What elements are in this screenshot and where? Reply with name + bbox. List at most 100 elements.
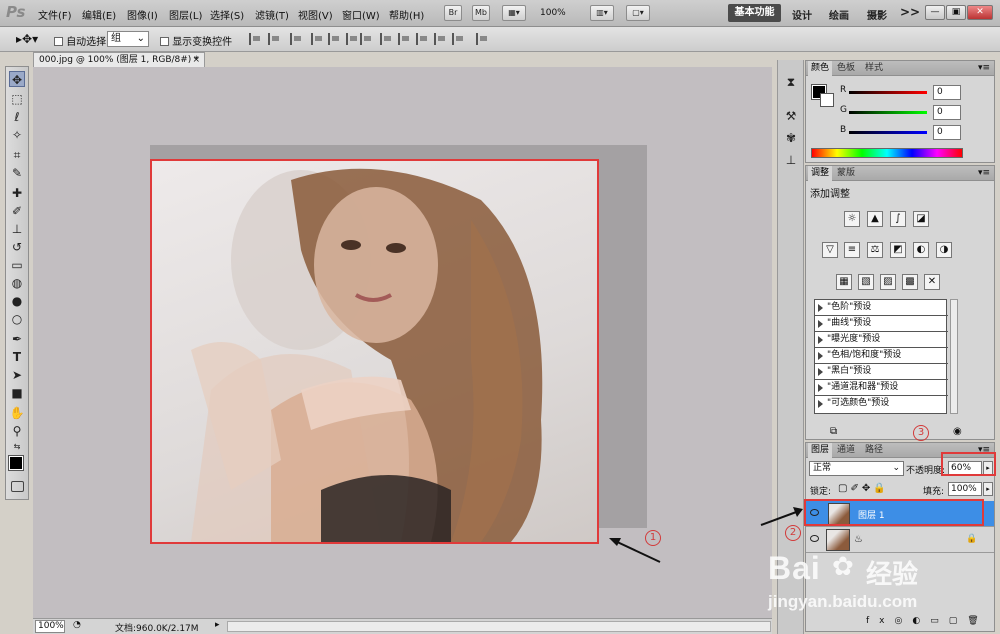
fill-slider-arrow-icon[interactable]: ▸ [983, 482, 993, 496]
history-brush-tool-icon[interactable]: ↺ [9, 239, 25, 255]
gradient-tool-icon[interactable]: ◍ [9, 275, 25, 291]
threshold-icon[interactable]: ▨ [880, 274, 896, 290]
slider-green-track[interactable] [849, 111, 927, 114]
distribute-right-icon[interactable] [452, 33, 463, 45]
move-tool-icon[interactable]: ✥ [9, 71, 25, 87]
workspace-more-button[interactable]: >> [900, 5, 920, 19]
distribute-vcenter-icon[interactable] [380, 33, 391, 45]
fill-field[interactable]: 100% [948, 482, 982, 496]
auto-select-checkbox[interactable]: 自动选择: [54, 33, 110, 48]
levels-icon[interactable]: ▲ [867, 211, 883, 227]
quick-mask-button[interactable] [11, 481, 24, 492]
panel-menu-icon[interactable]: ▾≡ [978, 61, 990, 75]
exposure-icon[interactable]: ◪ [913, 211, 929, 227]
clip-layer-icon[interactable]: ⧉ [830, 426, 837, 437]
distribute-hcenter-icon[interactable] [434, 33, 445, 45]
vibrance-icon[interactable]: ▽ [822, 242, 838, 258]
tab-styles[interactable]: 样式 [862, 61, 886, 76]
hue-saturation-icon[interactable]: ≡ [844, 242, 860, 258]
tab-swatches[interactable]: 色板 [834, 61, 858, 76]
distribute-bottom-icon[interactable] [398, 33, 409, 45]
preset-selective-color[interactable]: "可选颜色"预设 [815, 396, 948, 412]
menu-select[interactable]: 选择(S) [210, 7, 244, 22]
pen-tool-icon[interactable]: ✒ [9, 331, 25, 347]
preset-black-white[interactable]: "黑白"预设 [815, 364, 948, 380]
zoom-level-dropdown[interactable]: 100% [540, 8, 566, 18]
clone-stamp-tool-icon[interactable]: ⊥ [9, 221, 25, 237]
hand-tool-icon[interactable]: ✋ [9, 405, 25, 421]
preset-levels[interactable]: "色阶"预设 [815, 300, 948, 316]
view-previous-icon[interactable]: ◉ [953, 426, 962, 437]
preset-channel-mixer[interactable]: "通道混和器"预设 [815, 380, 948, 396]
preset-exposure[interactable]: "曝光度"预设 [815, 332, 948, 348]
workspace-painting[interactable]: 绘画 [829, 7, 849, 22]
menu-view[interactable]: 视图(V) [298, 7, 333, 22]
workspace-design[interactable]: 设计 [792, 7, 812, 22]
align-hcenter-icon[interactable] [328, 33, 339, 45]
distribute-top-icon[interactable] [360, 33, 371, 45]
tab-channels[interactable]: 通道 [834, 443, 858, 458]
panel-menu-icon[interactable]: ▾≡ [978, 166, 990, 180]
menu-filter[interactable]: 滤镜(T) [255, 7, 289, 22]
preset-curves[interactable]: "曲线"预设 [815, 316, 948, 332]
close-button[interactable]: ✕ [967, 5, 993, 20]
distribute-left-icon[interactable] [416, 33, 427, 45]
marquee-tool-icon[interactable]: ⬚ [9, 91, 25, 107]
slider-red-track[interactable] [849, 91, 927, 94]
shape-tool-icon[interactable]: ■ [9, 385, 25, 401]
slider-blue-track[interactable] [849, 131, 927, 134]
tab-layers[interactable]: 图层 [808, 443, 833, 458]
gradient-map-icon[interactable]: ▩ [902, 274, 918, 290]
crop-tool-icon[interactable]: ⌗ [9, 147, 25, 163]
brushes-panel-icon[interactable]: ✾ [783, 130, 799, 146]
preset-hue-saturation[interactable]: "色相/饱和度"预设 [815, 348, 948, 364]
color-spectrum-bar[interactable] [811, 148, 963, 158]
slider-green-value[interactable]: 0 [933, 105, 961, 120]
eraser-tool-icon[interactable]: ▭ [9, 257, 25, 273]
foreground-color-swatch[interactable] [8, 455, 24, 471]
menu-image[interactable]: 图像(I) [127, 7, 158, 22]
swap-colors-icon[interactable]: ⇆ [9, 439, 25, 455]
clone-source-icon[interactable]: ⊥ [783, 152, 799, 168]
align-top-icon[interactable] [249, 33, 260, 45]
show-transform-checkbox[interactable]: 显示变换控件 [160, 33, 232, 48]
invert-icon[interactable]: ▦ [836, 274, 852, 290]
status-menu-arrow-icon[interactable]: ▸ [215, 620, 220, 630]
arrange-documents-button[interactable]: ▥▾ [590, 5, 614, 21]
workspace-photography[interactable]: 摄影 [867, 7, 887, 22]
align-right-icon[interactable] [346, 33, 357, 45]
type-tool-icon[interactable]: T [9, 349, 25, 365]
blur-tool-icon[interactable]: ● [9, 293, 25, 309]
color-bg-swatch[interactable] [820, 93, 834, 107]
zoom-field[interactable]: 100% [35, 620, 65, 633]
tab-paths[interactable]: 路径 [862, 443, 886, 458]
screen-mode-button[interactable]: ▢▾ [626, 5, 650, 21]
align-left-icon[interactable] [311, 33, 322, 45]
history-panel-icon[interactable]: ⧗ [783, 74, 799, 90]
menu-file[interactable]: 文件(F) [38, 7, 72, 22]
brush-tool-icon[interactable]: ✐ [9, 203, 25, 219]
slider-blue-value[interactable]: 0 [933, 125, 961, 140]
restore-button[interactable]: ▣ [946, 5, 966, 20]
checkbox-box[interactable] [54, 37, 63, 46]
tool-presets-icon[interactable]: ⚒ [783, 108, 799, 124]
lock-options-icons[interactable]: ▢✐✥🔒 [838, 483, 889, 494]
eyedropper-tool-icon[interactable]: ✎ [9, 165, 25, 181]
menu-help[interactable]: 帮助(H) [389, 7, 424, 22]
menu-layer[interactable]: 图层(L) [169, 7, 202, 22]
workspace-essentials[interactable]: 基本功能 [728, 4, 781, 22]
status-info-icon[interactable]: ◔ [73, 620, 81, 630]
photo-filter-icon[interactable]: ◐ [913, 242, 929, 258]
color-balance-icon[interactable]: ⚖ [867, 242, 883, 258]
channel-mixer-icon[interactable]: ◑ [936, 242, 952, 258]
move-tool-preset-icon[interactable]: ▸✥▾ [16, 32, 38, 46]
auto-align-icon[interactable] [476, 33, 487, 45]
slider-red-value[interactable]: 0 [933, 85, 961, 100]
menu-window[interactable]: 窗口(W) [342, 7, 380, 22]
zoom-tool-icon[interactable]: ⚲ [9, 423, 25, 439]
align-bottom-icon[interactable] [290, 33, 301, 45]
tab-adjustments[interactable]: 调整 [808, 166, 833, 181]
align-vcenter-icon[interactable] [268, 33, 279, 45]
view-extras-button[interactable]: ▦▾ [502, 5, 526, 21]
quick-select-tool-icon[interactable]: ✧ [9, 127, 25, 143]
